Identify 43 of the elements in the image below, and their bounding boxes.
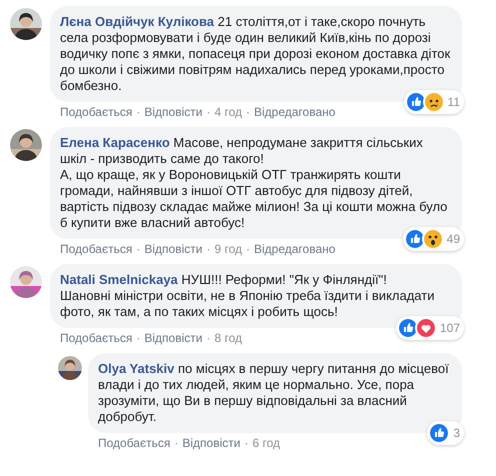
reply-link[interactable]: Відповісти [182,435,240,452]
separator-dot: · [136,104,140,121]
author-link[interactable]: Olya Yatskiv [98,361,174,376]
reactions-badge[interactable]: 3 [427,421,464,445]
separator-dot: · [136,241,140,258]
timestamp: 8 год [214,330,242,347]
reaction-count: 11 [448,94,460,111]
like-icon [404,91,427,113]
sad-face-icon [422,91,445,113]
like-link[interactable]: Подобається [98,435,170,452]
like-link[interactable]: Подобається [60,330,132,347]
author-link[interactable]: Елена Карасенко [60,135,170,150]
author-link[interactable]: Natali Smelnickaya [60,272,178,287]
separator-dot: · [206,330,210,347]
reaction-count: 107 [440,320,460,337]
like-link[interactable]: Подобається [60,241,132,258]
reactions-badge[interactable]: 11 [404,90,464,114]
reaction-count: 3 [453,425,460,442]
like-icon [396,317,419,339]
surprised-face-icon [422,228,444,250]
edited-label: Відредаговано [254,241,336,258]
separator-dot: · [244,435,248,452]
like-icon [428,422,450,444]
edited-label: Відредаговано [254,104,336,121]
separator-dot: · [246,104,250,121]
like-icon [404,228,426,250]
timestamp: 4 год [214,104,242,121]
reaction-count: 49 [446,231,460,248]
reactions-badge[interactable]: 49 [402,227,464,251]
reply-link[interactable]: Відповісти [144,241,202,258]
separator-dot: · [136,330,140,347]
separator-dot: · [246,241,250,258]
timestamp: 9 год [214,241,242,258]
timestamp: 6 год [252,435,280,452]
separator-dot: · [174,435,178,452]
separator-dot: · [206,104,210,121]
separator-dot: · [206,241,210,258]
author-link[interactable]: Лєна Овдійчук Кулікова [60,14,214,29]
reply-link[interactable]: Відповісти [144,330,202,347]
heart-icon [414,317,437,339]
like-link[interactable]: Подобається [60,104,132,121]
reply-link[interactable]: Відповісти [144,104,202,121]
reactions-badge[interactable]: 107 [396,316,464,340]
